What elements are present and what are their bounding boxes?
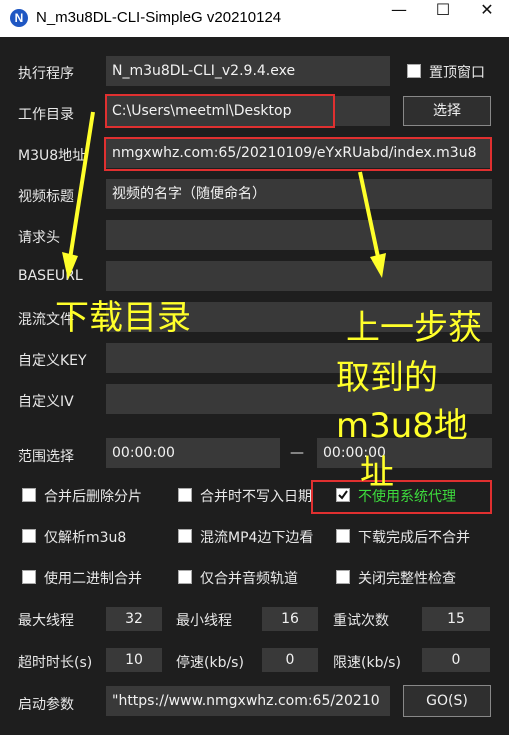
- main-panel: 执行程序 N_m3u8DL-CLI_v2.9.4.exe 置顶窗口 工作目录 C…: [0, 37, 509, 735]
- close-button[interactable]: ✕: [465, 0, 509, 37]
- step-annotation-line1: 上一步获: [346, 308, 482, 348]
- arrow-icon: [62, 111, 95, 280]
- step-annotation-line2: 取到的: [336, 358, 438, 398]
- maximize-button[interactable]: ☐: [421, 0, 465, 37]
- window-title: N_m3u8DL-CLI-SimpleG v20210124: [36, 9, 282, 26]
- step-annotation-line4: 址: [360, 453, 394, 493]
- minimize-button[interactable]: —: [377, 0, 421, 37]
- arrow-icon: [358, 171, 386, 278]
- title-bar: N N_m3u8DL-CLI-SimpleG v20210124 — ☐ ✕: [0, 0, 509, 37]
- step-annotation-line3: m3u8地: [336, 406, 468, 446]
- download-dir-annotation: 下载目录: [55, 298, 191, 338]
- app-window: N N_m3u8DL-CLI-SimpleG v20210124 — ☐ ✕ 执…: [0, 0, 509, 735]
- app-logo-icon: N: [10, 9, 28, 27]
